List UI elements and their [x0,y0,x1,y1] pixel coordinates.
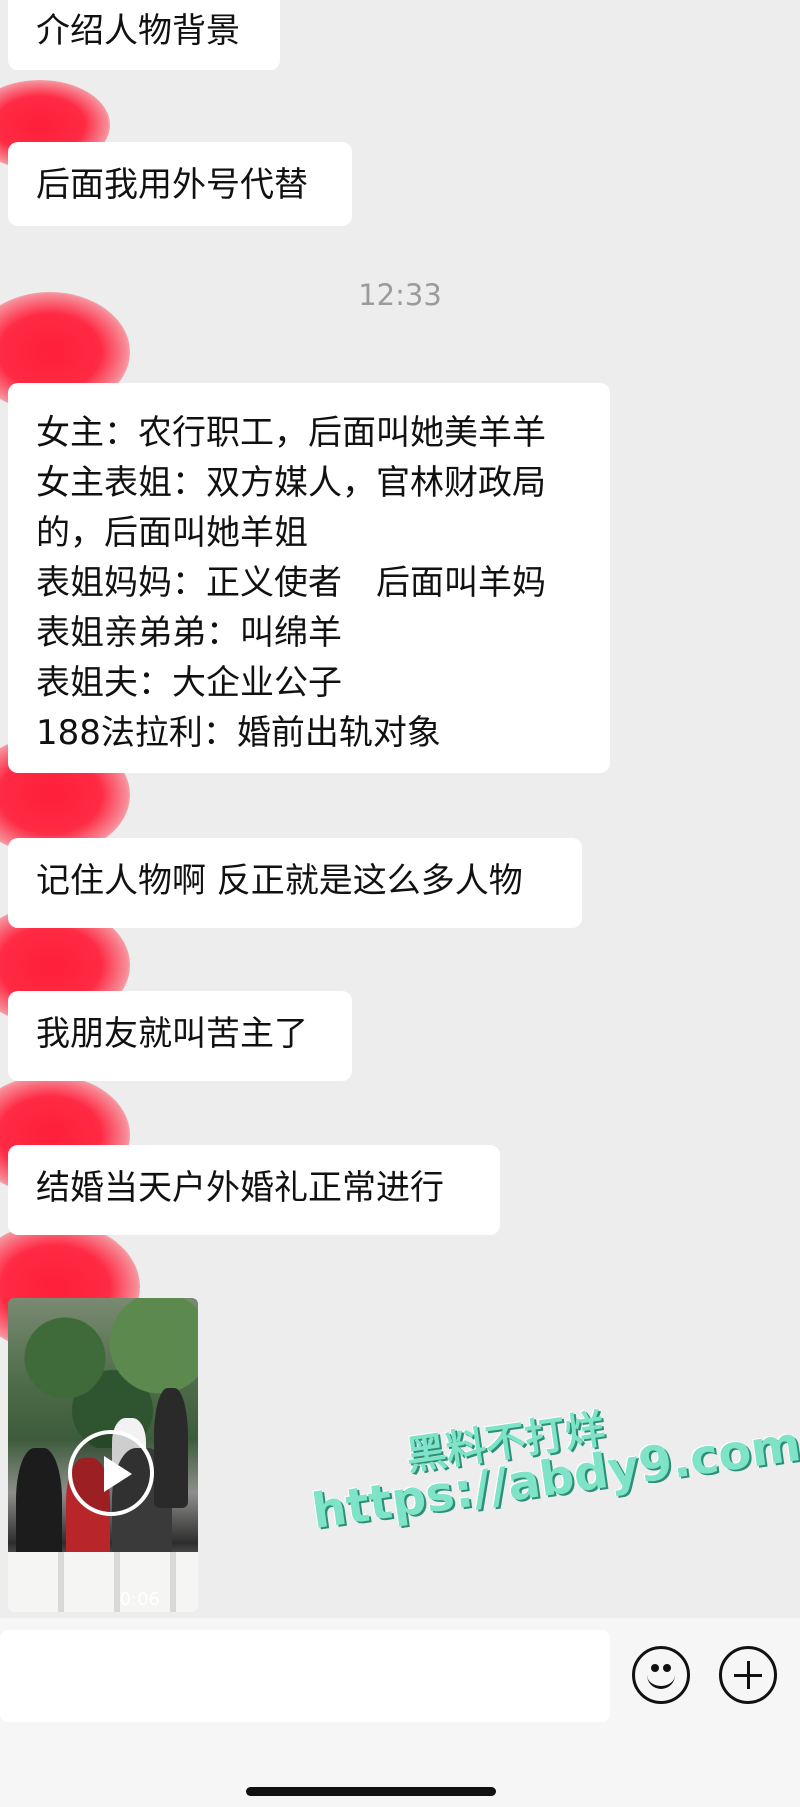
message-text: 介绍人物背景 [36,11,240,51]
message-text: 记住人物啊 反正就是这么多人物 [36,861,523,901]
message-bubble[interactable]: 介绍人物背景 [8,0,280,70]
emoji-mouth [647,1675,675,1689]
message-text: 后面我用外号代替 [36,165,308,205]
message-input[interactable] [0,1630,610,1722]
message-text: 结婚当天户外婚礼正常进行 [36,1168,444,1208]
emoji-eye [651,1664,659,1672]
message-text-line: 188法拉利：婚前出轨对象 [36,713,441,753]
message-text-line: 表姐妈妈：正义使者 后面叫羊妈 [36,563,546,603]
video-message[interactable]: 0:06 [8,1298,198,1612]
message-bubble[interactable]: 结婚当天户外婚礼正常进行 [8,1145,500,1235]
message-bubble[interactable]: 女主：农行职工，后面叫她美羊羊 女主表姐：双方媒人，官林财政局 的，后面叫她羊姐… [8,383,610,773]
plus-icon[interactable] [719,1646,777,1704]
message-text: 我朋友就叫苦主了 [36,1014,308,1054]
play-icon[interactable] [68,1430,154,1516]
emoji-eye [663,1664,671,1672]
video-person [154,1388,188,1508]
video-chairs [8,1552,198,1612]
video-duration: 0:06 [119,1589,160,1610]
message-bubble[interactable]: 我朋友就叫苦主了 [8,991,352,1081]
emoji-icon[interactable] [632,1646,690,1704]
home-indicator[interactable] [246,1787,496,1796]
message-text-line: 女主表姐：双方媒人，官林财政局 [36,463,546,503]
message-text-line: 表姐亲弟弟：叫绵羊 [36,613,342,653]
message-text-line: 的，后面叫她羊姐 [36,513,308,553]
message-text-line: 女主：农行职工，后面叫她美羊羊 [36,413,546,453]
chat-screen: 介绍人物背景 后面我用外号代替 12:33 女主：农行职工，后面叫她美羊羊 女主… [0,0,800,1807]
chat-timestamp: 12:33 [358,278,442,312]
chat-input-bar [0,1618,800,1807]
message-text-line: 表姐夫：大企业公子 [36,663,342,703]
message-bubble[interactable]: 后面我用外号代替 [8,142,352,226]
message-bubble[interactable]: 记住人物啊 反正就是这么多人物 [8,838,582,928]
